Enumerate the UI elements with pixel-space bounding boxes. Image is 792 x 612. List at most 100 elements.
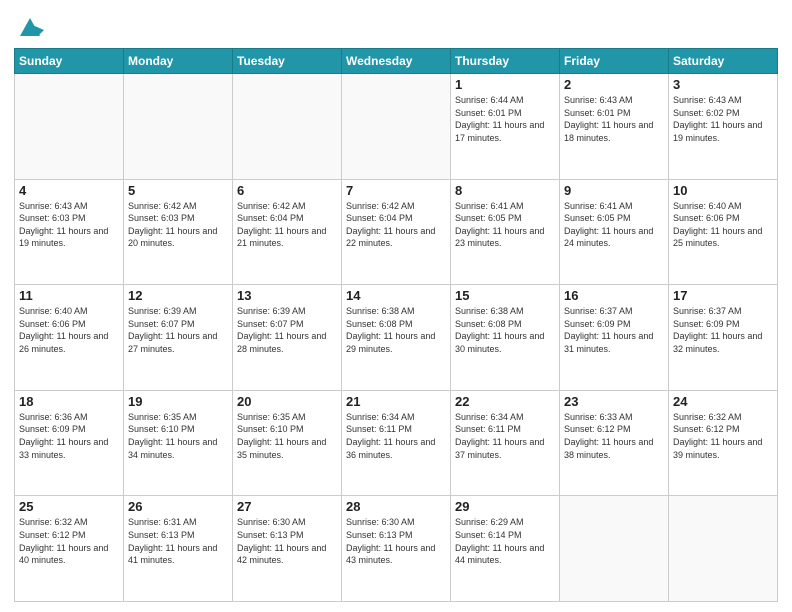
calendar-cell: 12 Sunrise: 6:39 AM Sunset: 6:07 PM Dayli… (124, 285, 233, 391)
day-number: 5 (128, 183, 228, 198)
calendar-cell: 24 Sunrise: 6:32 AM Sunset: 6:12 PM Dayli… (669, 390, 778, 496)
day-number: 21 (346, 394, 446, 409)
calendar-cell: 15Sunrise: 6:38 AM Sunset: 6:08 PM Dayli… (451, 285, 560, 391)
calendar-cell: 18 Sunrise: 6:36 AM Sunset: 6:09 PM Dayli… (15, 390, 124, 496)
calendar-cell: 9 Sunrise: 6:41 AM Sunset: 6:05 PM Daylig… (560, 179, 669, 285)
calendar-header-row: SundayMondayTuesdayWednesdayThursdayFrid… (15, 49, 778, 74)
day-number: 11 (19, 288, 119, 303)
day-info: Sunrise: 6:36 AM Sunset: 6:09 PM Dayligh… (19, 411, 119, 461)
day-number: 3 (673, 77, 773, 92)
day-number: 29 (455, 499, 555, 514)
day-info: Sunrise: 6:29 AM Sunset: 6:14 PM Dayligh… (455, 516, 555, 566)
calendar-cell: 8 Sunrise: 6:41 AM Sunset: 6:05 PM Daylig… (451, 179, 560, 285)
day-number: 24 (673, 394, 773, 409)
day-info: Sunrise: 6:33 AM Sunset: 6:12 PM Dayligh… (564, 411, 664, 461)
calendar-cell: 5Sunrise: 6:42 AM Sunset: 6:03 PM Daylig… (124, 179, 233, 285)
col-header-friday: Friday (560, 49, 669, 74)
col-header-wednesday: Wednesday (342, 49, 451, 74)
calendar-cell: 22 Sunrise: 6:34 AM Sunset: 6:11 PM Dayli… (451, 390, 560, 496)
calendar-cell (342, 74, 451, 180)
day-info: Sunrise: 6:37 AM Sunset: 6:09 PM Dayligh… (673, 305, 773, 355)
day-info: Sunrise: 6:30 AM Sunset: 6:13 PM Dayligh… (346, 516, 446, 566)
day-number: 2 (564, 77, 664, 92)
calendar-cell (124, 74, 233, 180)
day-number: 9 (564, 183, 664, 198)
day-info: Sunrise: 6:40 AM Sunset: 6:06 PM Dayligh… (673, 200, 773, 250)
calendar-table: SundayMondayTuesdayWednesdayThursdayFrid… (14, 48, 778, 602)
day-info: Sunrise: 6:42 AM Sunset: 6:04 PM Dayligh… (346, 200, 446, 250)
day-number: 22 (455, 394, 555, 409)
day-number: 17 (673, 288, 773, 303)
calendar-cell: 16 Sunrise: 6:37 AM Sunset: 6:09 PM Dayli… (560, 285, 669, 391)
day-info: Sunrise: 6:38 AM Sunset: 6:08 PM Dayligh… (346, 305, 446, 355)
day-info: Sunrise: 6:42 AM Sunset: 6:04 PM Dayligh… (237, 200, 337, 250)
week-row-3: 18 Sunrise: 6:36 AM Sunset: 6:09 PM Dayli… (15, 390, 778, 496)
col-header-saturday: Saturday (669, 49, 778, 74)
logo-icon (16, 14, 44, 42)
logo (14, 14, 44, 42)
calendar-cell: 2 Sunrise: 6:43 AM Sunset: 6:01 PM Daylig… (560, 74, 669, 180)
week-row-0: 1Sunrise: 6:44 AM Sunset: 6:01 PM Daylig… (15, 74, 778, 180)
day-number: 19 (128, 394, 228, 409)
calendar-cell (669, 496, 778, 602)
calendar-cell: 26Sunrise: 6:31 AM Sunset: 6:13 PM Dayli… (124, 496, 233, 602)
day-number: 13 (237, 288, 337, 303)
day-number: 10 (673, 183, 773, 198)
calendar-cell: 14 Sunrise: 6:38 AM Sunset: 6:08 PM Dayli… (342, 285, 451, 391)
calendar-cell: 7Sunrise: 6:42 AM Sunset: 6:04 PM Daylig… (342, 179, 451, 285)
day-number: 27 (237, 499, 337, 514)
calendar-cell: 28 Sunrise: 6:30 AM Sunset: 6:13 PM Dayli… (342, 496, 451, 602)
col-header-thursday: Thursday (451, 49, 560, 74)
header (14, 10, 778, 42)
calendar-cell: 3 Sunrise: 6:43 AM Sunset: 6:02 PM Daylig… (669, 74, 778, 180)
day-info: Sunrise: 6:32 AM Sunset: 6:12 PM Dayligh… (19, 516, 119, 566)
day-number: 14 (346, 288, 446, 303)
page: SundayMondayTuesdayWednesdayThursdayFrid… (0, 0, 792, 612)
week-row-4: 25 Sunrise: 6:32 AM Sunset: 6:12 PM Dayli… (15, 496, 778, 602)
day-number: 12 (128, 288, 228, 303)
calendar-cell: 6 Sunrise: 6:42 AM Sunset: 6:04 PM Daylig… (233, 179, 342, 285)
calendar-cell (15, 74, 124, 180)
day-info: Sunrise: 6:43 AM Sunset: 6:02 PM Dayligh… (673, 94, 773, 144)
day-number: 25 (19, 499, 119, 514)
day-number: 28 (346, 499, 446, 514)
day-info: Sunrise: 6:39 AM Sunset: 6:07 PM Dayligh… (237, 305, 337, 355)
day-number: 6 (237, 183, 337, 198)
calendar-cell: 19Sunrise: 6:35 AM Sunset: 6:10 PM Dayli… (124, 390, 233, 496)
calendar-cell: 29 Sunrise: 6:29 AM Sunset: 6:14 PM Dayli… (451, 496, 560, 602)
calendar-cell: 17 Sunrise: 6:37 AM Sunset: 6:09 PM Dayli… (669, 285, 778, 391)
calendar-cell (233, 74, 342, 180)
calendar-cell: 4Sunrise: 6:43 AM Sunset: 6:03 PM Daylig… (15, 179, 124, 285)
day-info: Sunrise: 6:34 AM Sunset: 6:11 PM Dayligh… (346, 411, 446, 461)
day-info: Sunrise: 6:41 AM Sunset: 6:05 PM Dayligh… (455, 200, 555, 250)
day-info: Sunrise: 6:43 AM Sunset: 6:01 PM Dayligh… (564, 94, 664, 144)
day-number: 15 (455, 288, 555, 303)
day-number: 23 (564, 394, 664, 409)
day-info: Sunrise: 6:40 AM Sunset: 6:06 PM Dayligh… (19, 305, 119, 355)
day-number: 1 (455, 77, 555, 92)
day-info: Sunrise: 6:34 AM Sunset: 6:11 PM Dayligh… (455, 411, 555, 461)
calendar-cell: 13 Sunrise: 6:39 AM Sunset: 6:07 PM Dayli… (233, 285, 342, 391)
col-header-sunday: Sunday (15, 49, 124, 74)
day-number: 16 (564, 288, 664, 303)
day-info: Sunrise: 6:31 AM Sunset: 6:13 PM Dayligh… (128, 516, 228, 566)
day-number: 18 (19, 394, 119, 409)
calendar-cell: 25 Sunrise: 6:32 AM Sunset: 6:12 PM Dayli… (15, 496, 124, 602)
day-info: Sunrise: 6:30 AM Sunset: 6:13 PM Dayligh… (237, 516, 337, 566)
day-number: 8 (455, 183, 555, 198)
day-number: 4 (19, 183, 119, 198)
calendar-cell: 20 Sunrise: 6:35 AM Sunset: 6:10 PM Dayli… (233, 390, 342, 496)
calendar-cell: 23 Sunrise: 6:33 AM Sunset: 6:12 PM Dayli… (560, 390, 669, 496)
day-number: 20 (237, 394, 337, 409)
week-row-1: 4Sunrise: 6:43 AM Sunset: 6:03 PM Daylig… (15, 179, 778, 285)
day-info: Sunrise: 6:39 AM Sunset: 6:07 PM Dayligh… (128, 305, 228, 355)
col-header-monday: Monday (124, 49, 233, 74)
calendar-cell: 21 Sunrise: 6:34 AM Sunset: 6:11 PM Dayli… (342, 390, 451, 496)
calendar-cell: 11 Sunrise: 6:40 AM Sunset: 6:06 PM Dayli… (15, 285, 124, 391)
day-info: Sunrise: 6:35 AM Sunset: 6:10 PM Dayligh… (237, 411, 337, 461)
day-info: Sunrise: 6:41 AM Sunset: 6:05 PM Dayligh… (564, 200, 664, 250)
calendar-cell: 27 Sunrise: 6:30 AM Sunset: 6:13 PM Dayli… (233, 496, 342, 602)
day-info: Sunrise: 6:37 AM Sunset: 6:09 PM Dayligh… (564, 305, 664, 355)
day-info: Sunrise: 6:32 AM Sunset: 6:12 PM Dayligh… (673, 411, 773, 461)
week-row-2: 11 Sunrise: 6:40 AM Sunset: 6:06 PM Dayli… (15, 285, 778, 391)
